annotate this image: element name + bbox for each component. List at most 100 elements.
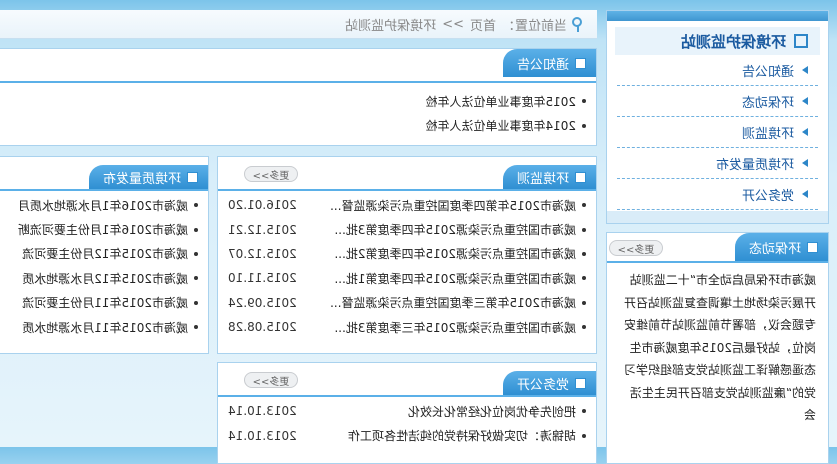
table-row[interactable]: 威海市国控重点污染源2015年四季度第3批... 2015.12.21 (228, 217, 586, 241)
item-title: 威海市2015年12月水源地水质 (22, 271, 188, 286)
bullet (194, 251, 198, 256)
item-title: 把创先争优岗位化经常化长效化 (407, 404, 576, 419)
item-title: 胡锦涛：切实做好保持党的纯洁性各项工作 (347, 429, 576, 444)
news-panel: 环保动态 更多>> 威海市环保局启动全市“十二监测站开展污染场地土壤调查复监测站… (606, 232, 829, 464)
tab-party[interactable]: 党务公开 (502, 371, 596, 395)
item-title: 威海市2016年1月水源地水质月 (17, 198, 188, 213)
table-row[interactable]: 威海市国控重点污染源2015年四季度第1批... 2015.11.10 (228, 266, 586, 290)
notice-panel: 通知公告 2015年度事业单位法人年检 2014年度事业单位法人年检 (0, 48, 597, 146)
news-more-button[interactable]: 更多>> (609, 240, 663, 256)
sidebar-title: 环境保护监测站 (615, 27, 820, 55)
bullet (582, 227, 586, 232)
location-pin-icon (573, 17, 585, 31)
table-row[interactable]: 胡锦涛：切实做好保持党的纯洁性各项工作 2013.10.14 (228, 423, 586, 447)
item-title: 威海市2016年1月份主要河流断 (17, 223, 188, 238)
table-row[interactable]: 威海市国控重点污染源2015年三季度第3批... 2015.08.28 (228, 315, 586, 339)
bullet (582, 433, 586, 438)
sidebar-header-band (607, 11, 828, 21)
sidebar-item-label: 环境质量发布 (715, 157, 794, 173)
square-icon (794, 34, 808, 48)
bullet (582, 99, 586, 104)
news-divider (607, 261, 828, 263)
party-panel: 党务公开 更多>> 把创先争优岗位化经常化长效化 2013.10.14 胡锦涛：切… (217, 362, 597, 464)
table-row[interactable]: 威海市国控重点污染源2015年四季度第2批... 2015.12.07 (228, 242, 586, 266)
list-item[interactable]: 威海市2015年11月份主要河流 (0, 291, 198, 315)
tab-quality[interactable]: 环境质量发布 (88, 165, 208, 189)
notice-divider (0, 81, 596, 83)
square-icon (187, 171, 198, 183)
bullet (582, 251, 586, 256)
table-row[interactable]: 把创先争优岗位化经常化长效化 2013.10.14 (228, 399, 586, 423)
triangle-icon (802, 190, 808, 198)
sidebar-item-monitoring[interactable]: 环境监测 (617, 117, 818, 148)
news-text[interactable]: 威海市环保局启动全市“十二监测站开展污染场地土壤调查复监测站召开专题会议，部署节… (619, 269, 816, 427)
tab-notice-label: 通知公告 (516, 57, 569, 73)
breadcrumb-label: 当前位置： (501, 18, 567, 34)
list-item[interactable]: 威海市2015年12月份主要河流 (0, 242, 198, 266)
sidebar-item-news[interactable]: 环保动态 (617, 86, 818, 117)
party-more-button[interactable]: 更多>> (244, 372, 298, 388)
bullet (582, 123, 586, 128)
item-date: 2016.01.20 (228, 198, 297, 213)
item-title: 2015年度事业单位法人年检 (425, 94, 576, 109)
quality-divider (0, 189, 208, 191)
bullet (582, 300, 586, 305)
item-title: 威海市2015年12月份主要河流 (22, 247, 188, 262)
item-title: 威海市国控重点污染源2015年四季度第2批... (334, 247, 576, 262)
sidebar-item-notice[interactable]: 通知公告 (617, 55, 818, 86)
triangle-icon (802, 159, 808, 167)
table-row[interactable]: 威海市2015年第三季度国控重点污染源监督... 2015.09.24 (228, 291, 586, 315)
item-title: 威海市国控重点污染源2015年四季度第1批... (334, 271, 576, 286)
list-item[interactable]: 2015年度事业单位法人年检 (6, 89, 586, 113)
sidebar-item-label: 环境监测 (741, 126, 794, 142)
list-item[interactable]: 2014年度事业单位法人年检 (6, 113, 586, 137)
item-date: 2015.12.07 (228, 246, 297, 261)
bullet (582, 276, 586, 281)
monitoring-panel: 环境监测 更多>> 威海市2015年第四季度国控重点污染源监督... 2016.0… (217, 156, 597, 354)
square-icon (575, 377, 586, 389)
list-item[interactable]: 威海市2015年12月水源地水质 (0, 266, 198, 290)
tab-quality-label: 环境质量发布 (102, 171, 181, 187)
breadcrumb-current: 环境保护监测站 (345, 18, 437, 34)
item-title: 威海市国控重点污染源2015年四季度第3批... (334, 223, 576, 238)
item-title: 威海市2015年第三季度国控重点污染源监督... (330, 296, 576, 311)
tab-news[interactable]: 环保动态 (734, 233, 828, 261)
item-date: 2013.10.14 (228, 404, 297, 419)
square-icon (807, 241, 818, 253)
quality-panel: 环境质量发布 威海市2016年1月水源地水质月 威海市2016年1月份主要河流断… (0, 156, 209, 354)
sidebar-footer-band (607, 211, 828, 223)
bullet (194, 325, 198, 330)
item-title: 威海市国控重点污染源2015年三季度第3批... (334, 320, 576, 335)
sidebar-item-label: 党务公开 (741, 188, 794, 204)
item-date: 2013.10.14 (228, 428, 297, 443)
bullet (582, 325, 586, 330)
bullet (194, 300, 198, 305)
tab-notice[interactable]: 通知公告 (502, 49, 596, 77)
table-row[interactable]: 威海市2015年第四季度国控重点污染源监督... 2016.01.20 (228, 193, 586, 217)
item-date: 2015.09.24 (228, 295, 297, 310)
breadcrumb-home-link[interactable]: 首页 (470, 15, 496, 34)
bullet (582, 203, 586, 208)
party-divider (218, 395, 596, 397)
item-title: 威海市2015年第四季度国控重点污染源监督... (330, 198, 576, 213)
sidebar-item-label: 通知公告 (741, 64, 794, 80)
sidebar-nav: 环境保护监测站 通知公告 环保动态 环境监测 环境质量发布 党务公开 (606, 10, 829, 224)
list-item[interactable]: 威海市2015年11月水源地水质 (0, 315, 198, 339)
monitoring-more-button[interactable]: 更多>> (244, 166, 298, 182)
list-item[interactable]: 威海市2016年1月份主要河流断 (0, 217, 198, 241)
tab-news-label: 环保动态 (748, 241, 801, 257)
sidebar-item-label: 环保动态 (741, 95, 794, 111)
item-title: 2014年度事业单位法人年检 (425, 119, 576, 134)
item-date: 2015.08.28 (228, 320, 297, 335)
sidebar-title-text: 环境保护监测站 (680, 32, 786, 51)
monitoring-divider (218, 189, 596, 191)
sidebar-item-party[interactable]: 党务公开 (617, 179, 818, 210)
item-date: 2015.12.21 (228, 222, 297, 237)
tab-monitoring[interactable]: 环境监测 (502, 165, 596, 189)
bullet (194, 203, 198, 208)
sidebar-item-quality[interactable]: 环境质量发布 (617, 148, 818, 179)
triangle-icon (802, 128, 808, 136)
item-title: 威海市2015年11月份主要河流 (22, 296, 188, 311)
item-title: 威海市2015年11月水源地水质 (22, 320, 188, 335)
list-item[interactable]: 威海市2016年1月水源地水质月 (0, 193, 198, 217)
